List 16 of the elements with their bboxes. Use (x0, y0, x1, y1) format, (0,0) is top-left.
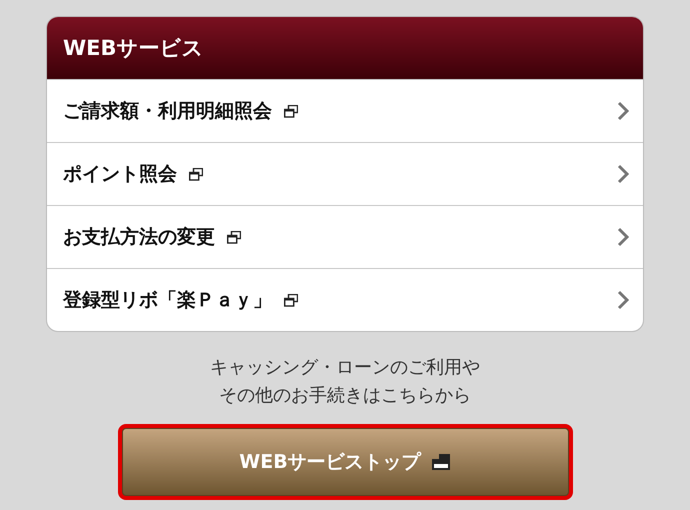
new-window-icon (284, 104, 298, 118)
chevron-right-icon (617, 164, 629, 184)
web-service-top-button[interactable]: WEBサービストップ (122, 428, 568, 496)
printer-icon (430, 453, 451, 471)
chevron-right-icon (617, 290, 629, 310)
new-window-icon (227, 230, 241, 244)
panel-title: WEBサービス (63, 35, 204, 62)
menu-item[interactable]: 登録型リボ「楽Ｐａｙ」 (47, 268, 643, 331)
new-window-icon (189, 168, 203, 180)
new-window-icon (284, 294, 298, 306)
info-text: キャッシング・ローンのご利用や その他のお手続きはこちらから (210, 356, 480, 408)
menu-item[interactable]: ポイント照会 (47, 142, 643, 205)
menu-item[interactable]: お支払方法の変更 (47, 205, 643, 268)
chevron-right-icon (617, 101, 629, 121)
chevron-right-icon (617, 227, 629, 247)
menu-item[interactable]: ご請求額・利用明細照会 (47, 79, 643, 142)
